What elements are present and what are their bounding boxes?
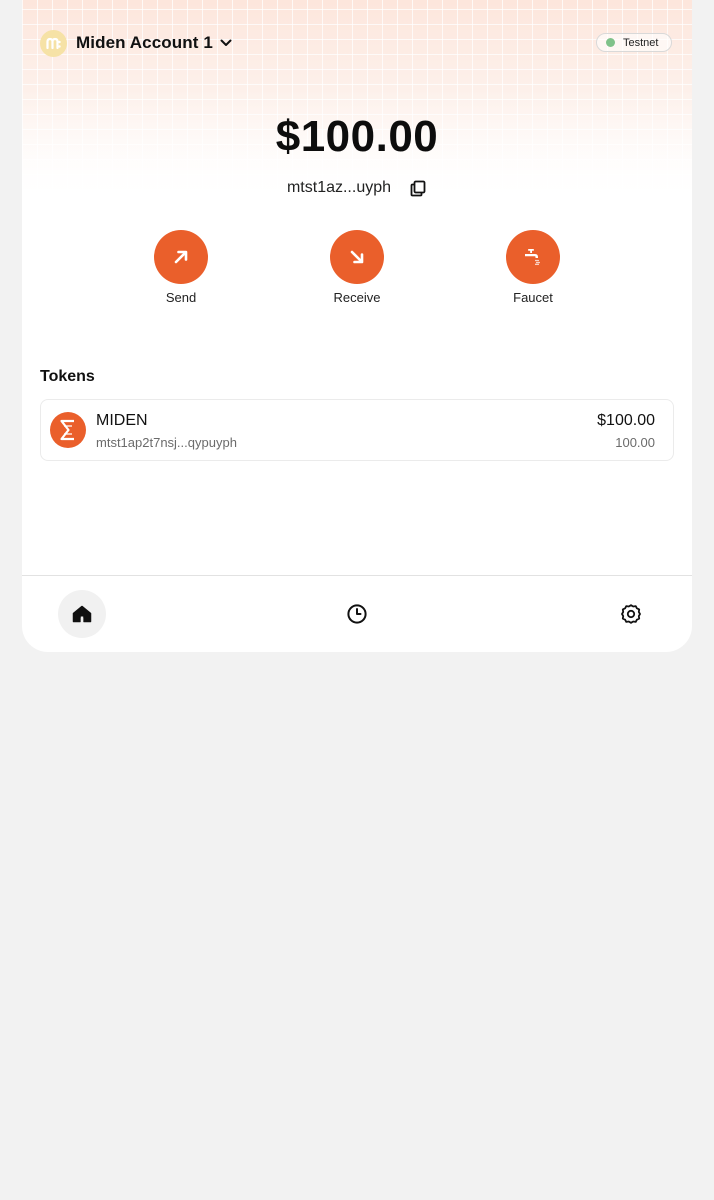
- network-status-dot: [606, 38, 615, 47]
- total-balance: $100.00: [275, 112, 439, 161]
- receive-circle: [330, 230, 384, 284]
- account-avatar: [40, 29, 67, 57]
- send-circle: [154, 230, 208, 284]
- nav-divider: [22, 575, 692, 576]
- receive-button[interactable]: Receive: [302, 230, 412, 305]
- faucet-label: Faucet: [513, 290, 553, 305]
- faucet-circle: [506, 230, 560, 284]
- token-address: mtst1ap2t7nsj...qypuyph: [96, 435, 237, 450]
- token-row-miden[interactable]: MIDEN mtst1ap2t7nsj...qypuyph $100.00 10…: [40, 399, 674, 461]
- receive-label: Receive: [333, 290, 381, 305]
- network-label: Testnet: [623, 36, 659, 49]
- miden-logo-icon: [46, 37, 61, 49]
- faucet-button[interactable]: Faucet: [478, 230, 588, 305]
- nav-settings[interactable]: [607, 590, 655, 638]
- tokens-heading: Tokens: [40, 368, 95, 385]
- faucet-icon: [525, 249, 540, 266]
- arrow-down-right-icon: [350, 250, 364, 264]
- nav-home[interactable]: [58, 590, 106, 638]
- arrow-up-right-icon: [174, 250, 188, 264]
- home-icon: [72, 605, 92, 623]
- account-address: mtst1az...uyph: [286, 179, 392, 196]
- chevron-down-icon: [219, 36, 233, 50]
- address-row: mtst1az...uyph: [22, 177, 692, 199]
- send-label: Send: [165, 290, 197, 305]
- token-usd-value: $100.00: [597, 412, 655, 429]
- gear-icon: [621, 604, 641, 624]
- send-button[interactable]: Send: [126, 230, 236, 305]
- nav-history[interactable]: [333, 590, 381, 638]
- clock-icon: [347, 604, 367, 624]
- copy-icon[interactable]: [409, 179, 427, 197]
- network-badge[interactable]: Testnet: [596, 33, 672, 52]
- miden-token-icon: [50, 412, 86, 448]
- wallet-panel: Miden Account 1 Testnet $100.00 mtst1az.…: [22, 0, 692, 652]
- token-name: MIDEN: [96, 412, 148, 429]
- account-selector[interactable]: Miden Account 1: [40, 29, 233, 57]
- token-amount: 100.00: [615, 435, 655, 450]
- account-name: Miden Account 1: [76, 33, 213, 52]
